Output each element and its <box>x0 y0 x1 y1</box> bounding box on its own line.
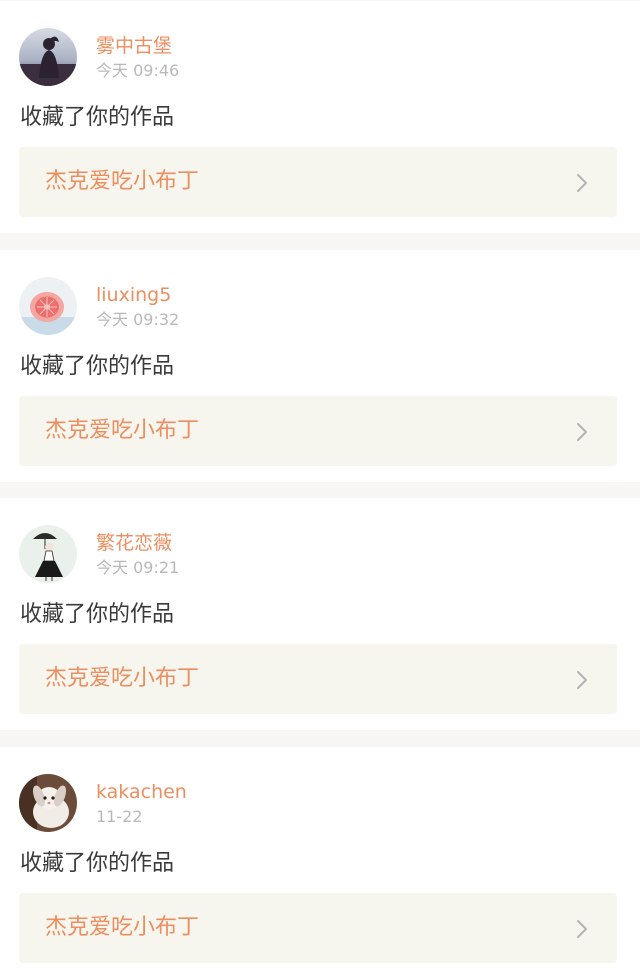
timestamp: 今天 09:21 <box>96 558 180 577</box>
username[interactable]: 雾中古堡 <box>96 35 172 57</box>
user-avatar-bunny-icon <box>19 774 77 832</box>
notification-card: liuxing5 今天 09:32 收藏了你的作品 杰克爱吃小布丁 <box>0 250 640 482</box>
action-text: 收藏了你的作品 <box>20 602 175 627</box>
username[interactable]: kakachen <box>96 781 187 803</box>
notification-card: 雾中古堡 今天 09:46 收藏了你的作品 杰克爱吃小布丁 <box>0 1 640 233</box>
chevron-right-icon <box>577 423 587 441</box>
avatar[interactable] <box>19 525 77 583</box>
work-title: 杰克爱吃小布丁 <box>45 915 200 940</box>
work-title: 杰克爱吃小布丁 <box>45 666 200 691</box>
action-text: 收藏了你的作品 <box>20 354 175 379</box>
work-link-button[interactable]: 杰克爱吃小布丁 <box>19 644 617 714</box>
chevron-right-icon <box>577 920 587 938</box>
timestamp: 今天 09:46 <box>96 61 180 80</box>
work-title: 杰克爱吃小布丁 <box>45 169 200 194</box>
chevron-right-icon <box>577 174 587 192</box>
notification-card: 繁花恋薇 今天 09:21 收藏了你的作品 杰克爱吃小布丁 <box>0 498 640 730</box>
work-link-button[interactable]: 杰克爱吃小布丁 <box>19 893 617 963</box>
work-title: 杰克爱吃小布丁 <box>45 418 200 443</box>
notification-feed: 雾中古堡 今天 09:46 收藏了你的作品 杰克爱吃小布丁 liuxing5 今… <box>0 0 640 975</box>
work-link-button[interactable]: 杰克爱吃小布丁 <box>19 147 617 217</box>
avatar[interactable] <box>19 277 77 335</box>
username[interactable]: liuxing5 <box>96 284 171 306</box>
user-avatar-grapefruit-icon <box>19 277 77 335</box>
action-text: 收藏了你的作品 <box>20 851 175 876</box>
avatar[interactable] <box>19 774 77 832</box>
username[interactable]: 繁花恋薇 <box>96 532 172 554</box>
avatar[interactable] <box>19 28 77 86</box>
work-link-button[interactable]: 杰克爱吃小布丁 <box>19 396 617 466</box>
timestamp: 今天 09:32 <box>96 310 180 329</box>
action-text: 收藏了你的作品 <box>20 105 175 130</box>
user-avatar-silhouette-icon <box>19 28 77 86</box>
timestamp: 11-22 <box>96 807 143 826</box>
user-avatar-girl-umbrella-icon <box>19 525 77 583</box>
notification-card: kakachen 11-22 收藏了你的作品 杰克爱吃小布丁 <box>0 747 640 975</box>
chevron-right-icon <box>577 671 587 689</box>
